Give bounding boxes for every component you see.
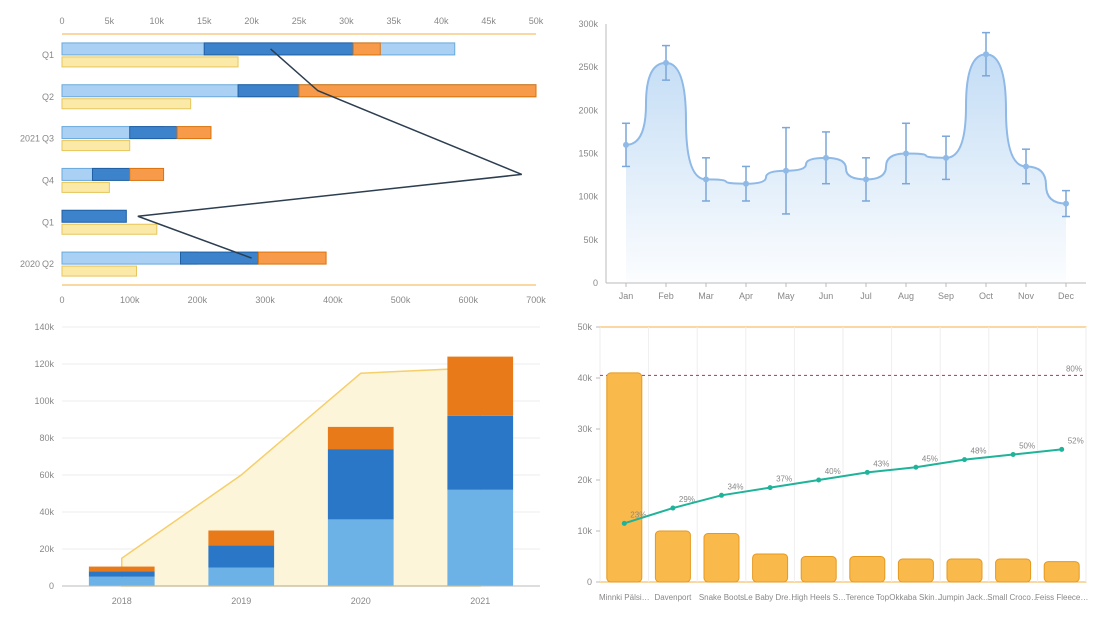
svg-text:Davenport: Davenport (654, 593, 692, 602)
svg-text:Nov: Nov (1018, 291, 1035, 301)
svg-text:250k: 250k (578, 62, 598, 72)
svg-text:Q2: Q2 (42, 92, 54, 102)
svg-text:10k: 10k (150, 16, 165, 26)
svg-text:300k: 300k (578, 19, 598, 29)
svg-text:0: 0 (593, 278, 598, 288)
svg-text:50k: 50k (577, 322, 592, 332)
svg-text:Jun: Jun (819, 291, 834, 301)
svg-text:5k: 5k (105, 16, 115, 26)
svg-text:Q4: Q4 (42, 175, 54, 185)
svg-text:Q2: Q2 (42, 259, 54, 269)
svg-text:Sep: Sep (938, 291, 954, 301)
svg-text:Okkaba Skin…: Okkaba Skin… (889, 593, 942, 602)
svg-text:600k: 600k (459, 295, 479, 305)
svg-text:200k: 200k (578, 105, 598, 115)
svg-text:34%: 34% (728, 482, 744, 491)
svg-text:40k: 40k (434, 16, 449, 26)
svg-text:30k: 30k (577, 424, 592, 434)
svg-text:High Heels S…: High Heels S… (791, 593, 846, 602)
svg-text:0: 0 (59, 16, 64, 26)
svg-text:100k: 100k (120, 295, 140, 305)
svg-text:40k: 40k (577, 373, 592, 383)
svg-text:40%: 40% (825, 467, 841, 476)
svg-text:Mar: Mar (698, 291, 714, 301)
svg-text:10k: 10k (577, 526, 592, 536)
svg-text:Feiss Fleece…: Feiss Fleece… (1035, 593, 1088, 602)
svg-text:20k: 20k (244, 16, 259, 26)
svg-text:2018: 2018 (112, 596, 132, 606)
svg-text:48%: 48% (971, 447, 987, 456)
svg-text:500k: 500k (391, 295, 411, 305)
chart-top-right: 0 50k 100k 150k 200k 250k 300k Jan Feb Mar Apr May J… (558, 12, 1096, 307)
chart-bottom-left: 0 20k 40k 60k 80k 100k 120k 140k 2018 2019 2020 202… (12, 315, 550, 610)
svg-text:100k: 100k (34, 396, 54, 406)
svg-text:Q1: Q1 (42, 50, 54, 60)
svg-text:150k: 150k (578, 149, 598, 159)
svg-text:20k: 20k (39, 544, 54, 554)
svg-text:Jan: Jan (619, 291, 634, 301)
svg-text:25k: 25k (292, 16, 307, 26)
svg-text:140k: 140k (34, 322, 54, 332)
svg-text:80%: 80% (1066, 364, 1082, 373)
svg-text:30k: 30k (339, 16, 354, 26)
svg-text:37%: 37% (776, 475, 792, 484)
svg-text:23%: 23% (630, 510, 646, 519)
svg-text:50%: 50% (1019, 442, 1035, 451)
svg-text:Aug: Aug (898, 291, 914, 301)
svg-text:Snake Boots: Snake Boots (699, 593, 744, 602)
svg-text:80k: 80k (39, 433, 54, 443)
svg-text:Small Croco…: Small Croco… (987, 593, 1039, 602)
svg-text:200k: 200k (188, 295, 208, 305)
svg-text:15k: 15k (197, 16, 212, 26)
svg-text:0: 0 (49, 581, 54, 591)
svg-text:2019: 2019 (231, 596, 251, 606)
svg-text:40k: 40k (39, 507, 54, 517)
svg-text:Q3: Q3 (42, 134, 54, 144)
svg-text:2021: 2021 (470, 596, 490, 606)
svg-text:Terence Top: Terence Top (846, 593, 890, 602)
chart-top-left: 0 5k 10k 15k 20k 25k 30k 35k 40k 45k 50k 0 100k 200k 3… (12, 12, 550, 307)
svg-text:52%: 52% (1068, 436, 1084, 445)
svg-text:700k: 700k (526, 295, 546, 305)
svg-text:20k: 20k (577, 475, 592, 485)
svg-text:Oct: Oct (979, 291, 994, 301)
svg-text:Jumpin Jack…: Jumpin Jack… (938, 593, 990, 602)
svg-text:60k: 60k (39, 470, 54, 480)
svg-text:Q1: Q1 (42, 217, 54, 227)
svg-text:100k: 100k (578, 192, 598, 202)
svg-text:Minnki Pälsi…: Minnki Pälsi… (599, 593, 650, 602)
svg-text:120k: 120k (34, 359, 54, 369)
svg-text:Le Baby Dre…: Le Baby Dre… (744, 593, 796, 602)
svg-text:2020: 2020 (351, 596, 371, 606)
chart-bottom-right: 0 10k 20k 30k 40k 50k 80% Minnki Pälsi… Davenpor… (558, 315, 1096, 610)
svg-text:35k: 35k (387, 16, 402, 26)
svg-text:50k: 50k (583, 235, 598, 245)
svg-text:Jul: Jul (860, 291, 872, 301)
svg-text:43%: 43% (873, 459, 889, 468)
svg-text:May: May (777, 291, 795, 301)
svg-text:45k: 45k (481, 16, 496, 26)
svg-text:29%: 29% (679, 495, 695, 504)
svg-text:400k: 400k (323, 295, 343, 305)
svg-text:Apr: Apr (739, 291, 753, 301)
svg-text:45%: 45% (922, 454, 938, 463)
svg-text:300k: 300k (255, 295, 275, 305)
svg-text:0: 0 (59, 295, 64, 305)
svg-text:2020: 2020 (20, 259, 40, 269)
svg-text:Feb: Feb (658, 291, 674, 301)
svg-text:2021: 2021 (20, 134, 40, 144)
svg-text:Dec: Dec (1058, 291, 1075, 301)
svg-text:0: 0 (587, 577, 592, 587)
svg-text:50k: 50k (529, 16, 544, 26)
